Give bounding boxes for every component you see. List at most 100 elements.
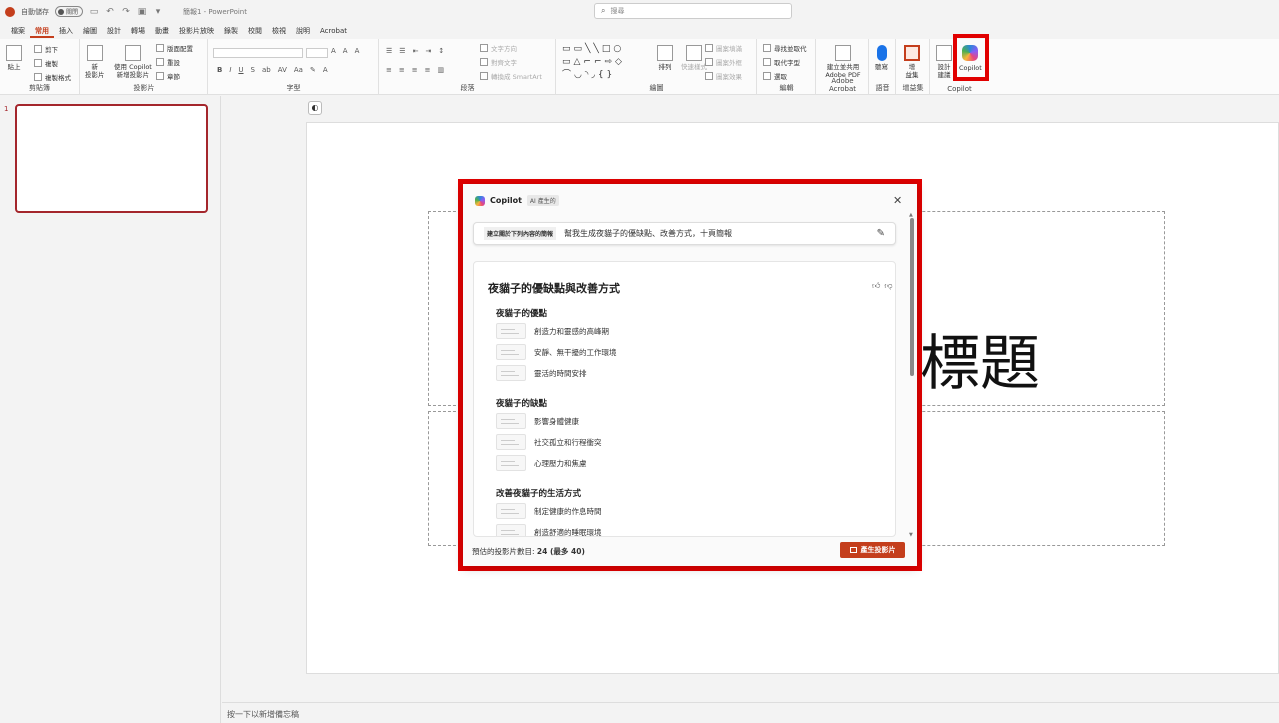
layout-button[interactable]: 版面配置 — [156, 43, 193, 53]
find-button[interactable]: 尋找並取代 — [763, 43, 807, 53]
tab-animations[interactable]: 動畫 — [150, 25, 174, 38]
tab-view[interactable]: 檢視 — [267, 25, 291, 38]
edit-pencil-icon[interactable]: ✎ — [877, 228, 885, 239]
tab-insert[interactable]: 插入 — [54, 25, 78, 38]
tab-record[interactable]: 錄製 — [219, 25, 243, 38]
scroll-down-icon[interactable]: ▼ — [909, 532, 913, 538]
clear-format-icon[interactable]: A — [355, 47, 360, 55]
present-icon[interactable]: ▣ — [137, 7, 147, 17]
scrollbar-thumb[interactable] — [910, 218, 914, 376]
highlight-icon[interactable]: ✎ — [310, 66, 316, 74]
text-direction-button[interactable]: 文字方向 — [480, 43, 517, 53]
prompt-text: 幫我生成夜貓子的優缺點、改善方式，十頁簡報 — [564, 229, 733, 238]
increase-indent-icon[interactable]: ⇥ — [425, 47, 431, 55]
list-item[interactable]: 創造力和靈感的高峰期 — [496, 323, 609, 339]
outline-scrollbar[interactable]: ▲ ▼ — [909, 212, 915, 538]
select-button[interactable]: 選取 — [763, 71, 787, 81]
tab-transitions[interactable]: 轉場 — [126, 25, 150, 38]
slide-count-label: 預估的投影片數目: — [472, 547, 537, 556]
align-left-icon[interactable]: ≡ — [386, 66, 392, 74]
list-item[interactable]: 創造舒適的睡眠環境 — [496, 524, 602, 536]
italic-icon[interactable]: I — [229, 66, 231, 74]
clipboard-group: 貼上 剪下 複製 複製格式 剪貼簿 — [0, 39, 80, 95]
designer-toggle-icon[interactable]: ◐ — [308, 101, 322, 115]
grow-font-icon[interactable]: A — [331, 47, 336, 55]
bullets-icon[interactable]: ☰ — [386, 47, 392, 55]
slide-thumbnail[interactable] — [15, 104, 208, 213]
shrink-font-icon[interactable]: A — [343, 47, 348, 55]
decrease-indent-icon[interactable]: ⇤ — [413, 47, 419, 55]
autosave-toggle[interactable]: 關閉 — [55, 6, 83, 17]
tab-slideshow[interactable]: 投影片放映 — [174, 25, 219, 38]
reset-button[interactable]: 重設 — [156, 57, 180, 67]
tab-help[interactable]: 說明 — [291, 25, 315, 38]
format-painter-label: 複製格式 — [45, 74, 71, 82]
change-case-icon[interactable]: Aa — [294, 66, 303, 74]
undo-icon[interactable]: ↶ — [105, 7, 115, 17]
char-spacing-icon[interactable]: AV — [278, 66, 287, 74]
slide-count-estimate: 預估的投影片數目: 24 (最多 40) — [472, 546, 585, 557]
justify-icon[interactable]: ≡ — [425, 66, 431, 74]
shadow-icon[interactable]: ab — [262, 66, 271, 74]
font-color-icon[interactable]: A — [323, 66, 328, 74]
thumbs-up-icon[interactable]: 👍︎ — [872, 281, 880, 291]
shape-outline-button[interactable]: 圖案外框 — [705, 57, 742, 67]
save-icon[interactable]: ▭ — [89, 7, 99, 17]
font-size-dropdown[interactable] — [306, 48, 328, 58]
designer-button[interactable]: 設計 建議 — [936, 45, 952, 79]
section-button[interactable]: 章節 — [156, 71, 180, 81]
replace-button[interactable]: 取代字型 — [763, 57, 800, 67]
slide-title-text: 標題 — [920, 329, 1040, 399]
thumbs-down-icon[interactable]: 👎︎ — [884, 281, 892, 291]
create-slides-button[interactable]: 產生投影片 — [840, 542, 905, 558]
align-right-icon[interactable]: ≡ — [412, 66, 418, 74]
layout-label: 版面配置 — [167, 45, 193, 53]
section-label: 章節 — [167, 73, 180, 81]
toggle-knob-icon — [58, 8, 64, 15]
underline-icon[interactable]: U — [238, 66, 243, 74]
copy-button[interactable]: 複製 — [34, 58, 58, 68]
bold-icon[interactable]: B — [217, 66, 222, 74]
dictate-button[interactable]: 聽寫 — [875, 45, 888, 71]
notes-bar[interactable]: 按一下以新增備忘稿 — [222, 702, 1279, 723]
list-item[interactable]: 影響身體健康 — [496, 413, 579, 429]
align-center-icon[interactable]: ≡ — [399, 66, 405, 74]
smartart-button[interactable]: 轉換成 SmartArt — [480, 71, 542, 81]
customize-qat-icon[interactable]: ▾ — [153, 7, 163, 17]
font-name-dropdown[interactable] — [213, 48, 303, 58]
tab-design[interactable]: 設計 — [102, 25, 126, 38]
list-item[interactable]: 心理壓力和焦慮 — [496, 455, 587, 471]
arrange-button[interactable]: 排列 — [657, 45, 673, 71]
new-slide-button[interactable]: 新 投影片 — [85, 45, 105, 79]
shape-fill-button[interactable]: 圖案填滿 — [705, 43, 742, 53]
tab-acrobat[interactable]: Acrobat — [315, 25, 352, 38]
numbering-icon[interactable]: ☰ — [399, 47, 405, 55]
quick-styles-button[interactable]: 快速樣式 — [681, 45, 707, 71]
redo-icon[interactable]: ↷ — [121, 7, 131, 17]
align-text-button[interactable]: 對齊文字 — [480, 57, 517, 67]
tab-file[interactable]: 檔案 — [6, 25, 30, 38]
line-spacing-icon[interactable]: ↕ — [438, 47, 444, 55]
list-item[interactable]: 靈活的時間安排 — [496, 365, 587, 381]
create-pdf-button[interactable]: 建立並共用 Adobe PDF — [821, 45, 865, 79]
close-icon[interactable]: ✕ — [893, 194, 902, 207]
columns-icon[interactable]: ▥ — [438, 66, 445, 74]
tab-draw[interactable]: 繪圖 — [78, 25, 102, 38]
clipboard-group-label: 剪貼簿 — [29, 84, 50, 92]
format-painter-button[interactable]: 複製格式 — [34, 72, 71, 82]
shapes-gallery[interactable]: ▭▭╲╲□○ ▭△⌐⌐⇨◇ ⌒◡◝◞{} — [562, 43, 642, 81]
paste-button[interactable]: 貼上 — [6, 45, 22, 71]
list-item[interactable]: 社交孤立和行程衝突 — [496, 434, 602, 450]
tab-home[interactable]: 常用 — [30, 25, 54, 38]
slide-thumb-icon — [496, 323, 526, 339]
cut-button[interactable]: 剪下 — [34, 44, 58, 54]
list-item[interactable]: 安靜、無干擾的工作環境 — [496, 344, 617, 360]
search-box[interactable]: ⌕ 搜尋 — [594, 3, 792, 19]
shape-effects-button[interactable]: 圖案效果 — [705, 71, 742, 81]
list-item[interactable]: 制定健康的作息時間 — [496, 503, 602, 519]
addins-button[interactable]: 增 益集 — [904, 45, 920, 79]
text-direction-label: 文字方向 — [491, 45, 517, 53]
strikethrough-icon[interactable]: S — [251, 66, 255, 74]
copilot-new-slide-button[interactable]: 使用 Copilot 新增投影片 — [114, 45, 152, 79]
tab-review[interactable]: 校閱 — [243, 25, 267, 38]
